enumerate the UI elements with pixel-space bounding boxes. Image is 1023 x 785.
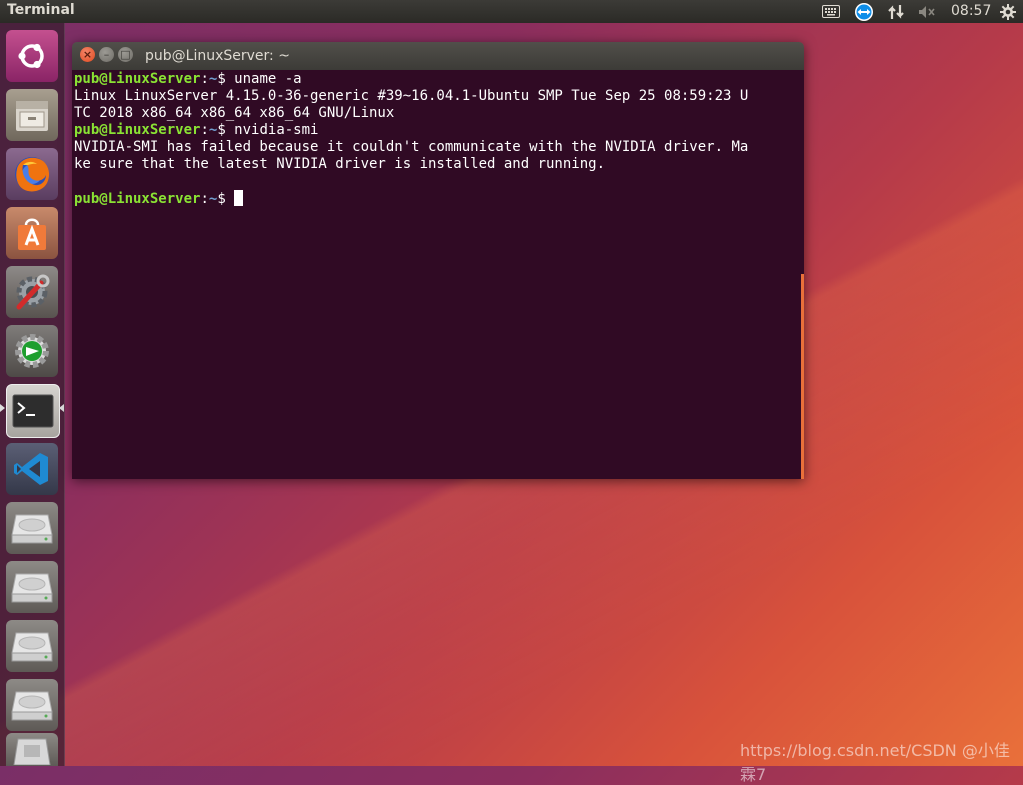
prompt-user: pub@LinuxServer [74, 71, 201, 87]
terminal-command-line: pub@LinuxServer:~$ uname -a [74, 71, 748, 88]
minimize-icon: – [103, 48, 110, 61]
terminal-body[interactable]: pub@LinuxServer:~$ uname -a Linux LinuxSe… [72, 70, 804, 479]
command-text: nvidia-smi [234, 122, 319, 138]
command-text: uname -a [234, 71, 302, 87]
prompt-symbol: $ [217, 71, 235, 87]
terminal-command-line: pub@LinuxServer:~$ [74, 190, 748, 207]
settings-gear-icon[interactable] [998, 0, 1018, 23]
drive-icon[interactable] [6, 502, 58, 554]
prompt-symbol: $ [217, 122, 235, 138]
terminal-command-line: pub@LinuxServer:~$ nvidia-smi [74, 122, 748, 139]
terminal-icon[interactable] [6, 384, 60, 438]
maximize-button[interactable]: □ [118, 47, 133, 62]
volume-muted-icon[interactable] [917, 0, 937, 23]
drive-icon[interactable] [6, 561, 58, 613]
prompt-symbol: $ [217, 191, 235, 207]
update-manager-icon[interactable] [6, 325, 58, 377]
terminal-output-line: TC 2018 x86_64 x86_64 x86_64 GNU/Linux [74, 105, 395, 121]
clock[interactable]: 08:57 [951, 3, 991, 19]
text-cursor [234, 190, 244, 206]
maximize-icon: □ [120, 48, 131, 61]
drive-icon[interactable] [6, 620, 58, 672]
close-icon: × [82, 48, 93, 61]
software-center-icon[interactable] [6, 207, 58, 259]
prompt-separator: : [200, 71, 209, 87]
app-name: Terminal [7, 2, 75, 18]
window-title: pub@LinuxServer: ~ [145, 48, 290, 64]
network-icon[interactable] [886, 0, 906, 23]
terminal-output-line: ke sure that the latest NVIDIA driver is… [74, 156, 606, 172]
close-button[interactable]: × [80, 47, 95, 62]
terminal-window[interactable]: × – □ pub@LinuxServer: ~ pub@LinuxServer… [72, 42, 804, 479]
files-icon[interactable] [6, 89, 58, 141]
system-settings-icon[interactable] [6, 266, 58, 318]
active-app-indicator [0, 404, 5, 412]
watermark: https://blog.csdn.net/CSDN @小佳霖7 [740, 741, 1010, 784]
launcher [0, 23, 65, 766]
drive-icon[interactable] [6, 679, 58, 731]
firefox-icon[interactable] [6, 148, 58, 200]
prompt-separator: : [200, 191, 209, 207]
terminal-output-line: Linux LinuxServer 4.15.0-36-generic #39~… [74, 88, 749, 104]
window-titlebar[interactable]: × – □ pub@LinuxServer: ~ [72, 42, 804, 70]
top-panel: Terminal 08:57 [0, 0, 1023, 23]
ubuntu-dash-icon[interactable] [6, 30, 58, 82]
teamviewer-icon[interactable] [853, 0, 875, 23]
minimize-button[interactable]: – [99, 47, 114, 62]
trash-icon[interactable] [6, 733, 58, 766]
terminal-output-line: NVIDIA-SMI has failed because it couldn'… [74, 139, 749, 155]
focused-app-indicator [59, 404, 64, 412]
terminal-scrollbar[interactable] [801, 274, 804, 479]
prompt-user: pub@LinuxServer [74, 191, 201, 207]
vscode-icon[interactable] [6, 443, 58, 495]
terminal-output: pub@LinuxServer:~$ uname -a Linux LinuxSe… [74, 71, 748, 207]
prompt-separator: : [200, 122, 209, 138]
prompt-user: pub@LinuxServer [74, 122, 201, 138]
keyboard-icon[interactable] [821, 0, 841, 23]
